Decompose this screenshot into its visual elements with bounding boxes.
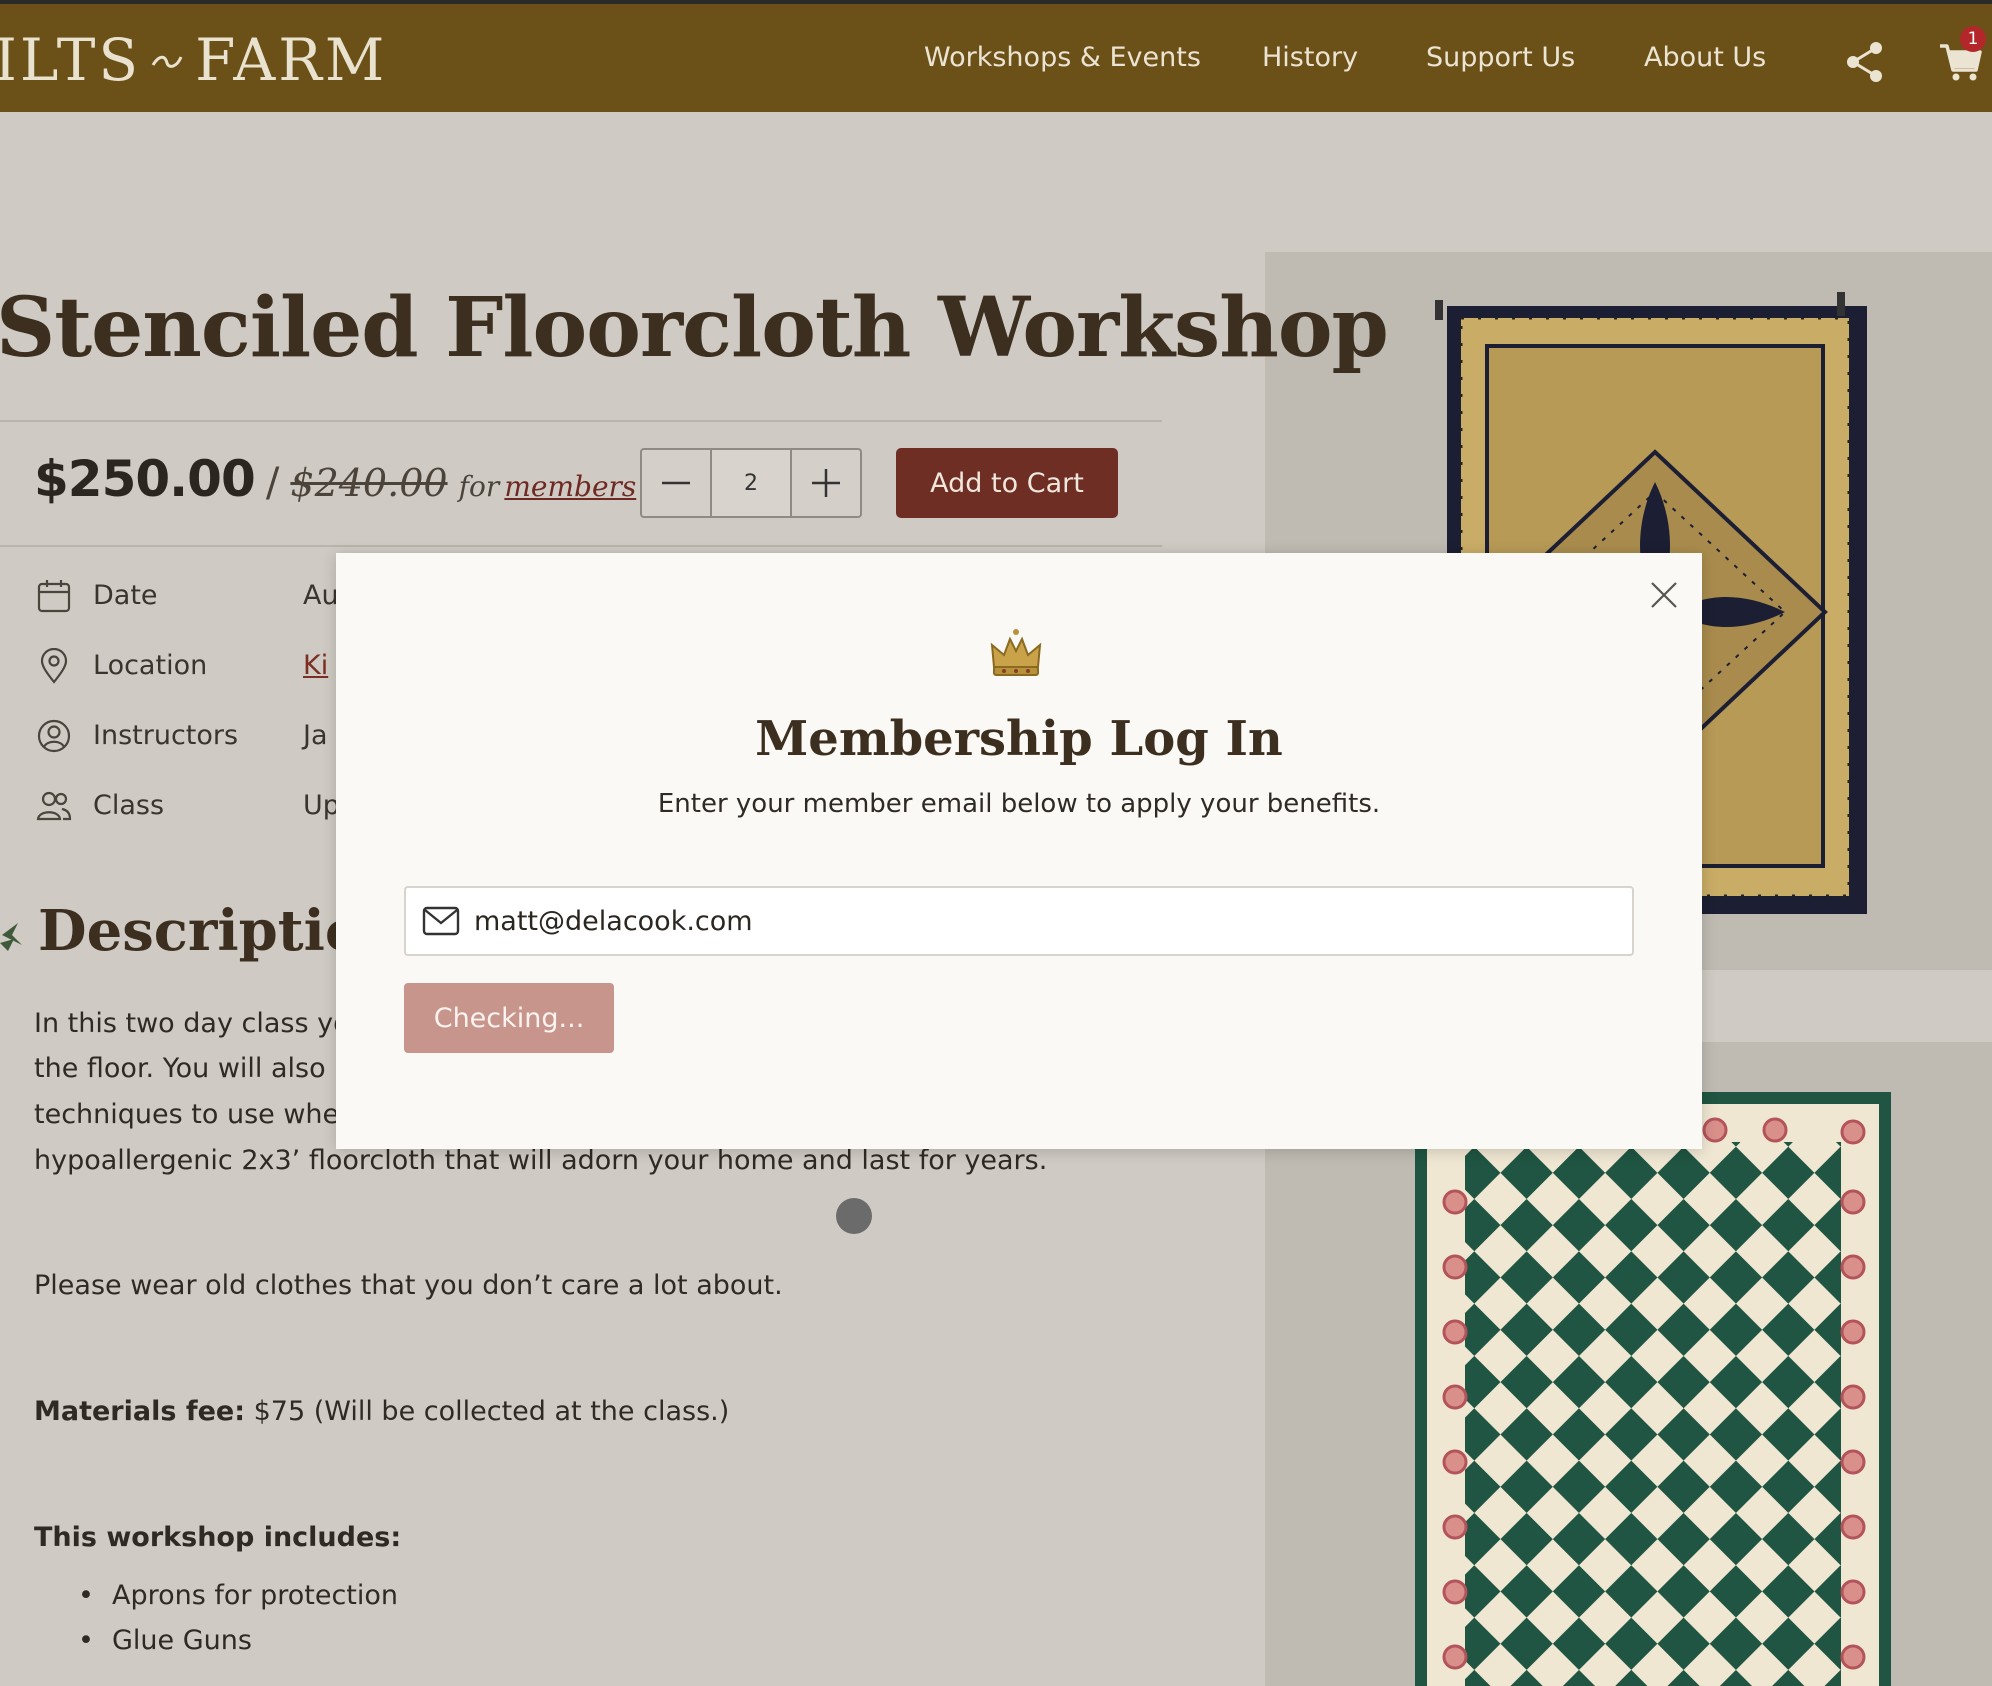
materials-fee-text: $75 (Will be collected at the class.) [245, 1396, 730, 1427]
detail-value: Au [303, 580, 339, 611]
divider [0, 545, 1162, 547]
divider [0, 420, 1162, 422]
quantity-increase-button[interactable] [792, 450, 860, 516]
clothing-note: Please wear old clothes that you don’t c… [34, 1270, 783, 1301]
includes-heading: This workshop includes: [34, 1522, 401, 1553]
checking-button[interactable]: Checking... [404, 983, 614, 1053]
price-separator: / [265, 460, 280, 506]
nav-support-us[interactable]: Support Us [1426, 42, 1575, 73]
modal-subtitle: Enter your member email below to apply y… [657, 789, 1381, 819]
add-to-cart-button[interactable]: Add to Cart [896, 448, 1118, 518]
detail-value: Ja [303, 720, 328, 751]
email-field [404, 886, 1634, 956]
detail-value: Up [303, 790, 340, 821]
membership-login-modal: Membership Log In Enter your member emai… [336, 553, 1702, 1149]
nav-about-us[interactable]: About Us [1644, 42, 1766, 73]
list-item: Aprons for protection [34, 1580, 398, 1625]
description-line: techniques to use wher [34, 1099, 351, 1130]
nav-workshops-events[interactable]: Workshops & Events [924, 42, 1201, 73]
nav-history[interactable]: History [1262, 42, 1358, 73]
crown-icon [990, 629, 1042, 676]
swash-icon [151, 55, 183, 68]
detail-label: Class [93, 790, 165, 821]
materials-fee-label: Materials fee: [34, 1396, 245, 1427]
location-pin-icon [40, 648, 68, 684]
price: $250.00 [34, 450, 256, 508]
cart-count-badge: 1 [1960, 26, 1986, 52]
product-title: Stenciled Floorcloth Workshop [0, 280, 1389, 376]
price-row: $250.00 / $240.00 for members [34, 450, 636, 508]
share-icon[interactable] [1845, 40, 1885, 84]
modal-title: Membership Log In [755, 711, 1283, 767]
quantity-stepper: 2 [640, 448, 862, 518]
detail-label: Location [93, 650, 208, 681]
quantity-decrease-button[interactable] [642, 450, 710, 516]
plus-icon [812, 469, 840, 497]
includes-heading-text: This workshop includes: [34, 1522, 402, 1553]
description-line: hypoallergenic 2x3’ floorcloth that will… [34, 1145, 1048, 1176]
site-logo[interactable]: ILTS FARM [0, 28, 387, 92]
calendar-icon [37, 580, 71, 613]
leaf-icon [0, 923, 22, 952]
user-circle-icon [37, 719, 71, 753]
description-line: In this two day class yo [34, 1008, 350, 1039]
location-link[interactable]: Ki [303, 650, 328, 681]
minus-icon [662, 481, 690, 485]
close-icon[interactable] [1648, 579, 1680, 611]
description-line: the floor. You will also [34, 1053, 326, 1084]
quantity-value[interactable]: 2 [710, 450, 792, 516]
mail-icon [422, 906, 460, 936]
loading-spinner [836, 1198, 872, 1234]
materials-fee: Materials fee: $75 (Will be collected at… [34, 1396, 729, 1427]
member-price: $240.00 [290, 461, 448, 505]
list-item: Glue Guns [34, 1625, 398, 1670]
detail-label: Instructors [93, 720, 239, 751]
includes-list: Aprons for protection Glue Guns [34, 1580, 398, 1670]
members-link[interactable]: members [504, 470, 636, 503]
detail-label: Date [93, 580, 158, 611]
logo-word: FARM [195, 26, 388, 94]
member-price-for: for [458, 470, 500, 503]
users-icon [36, 791, 72, 821]
email-input[interactable] [474, 898, 1614, 944]
site-header: ILTS FARM Workshops & Events History Supp… [0, 0, 1992, 112]
logo-text: ILTS [0, 26, 142, 94]
